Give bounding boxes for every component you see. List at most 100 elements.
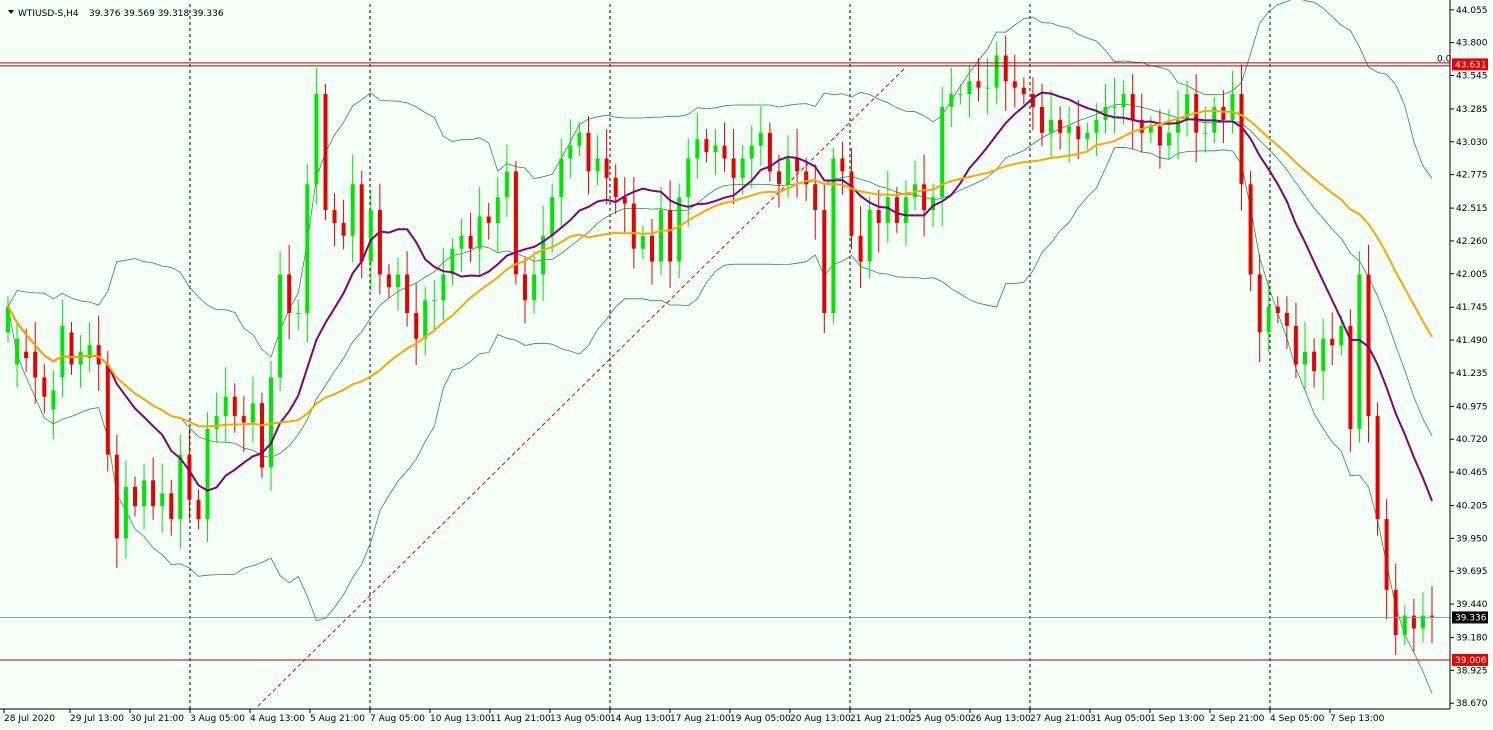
- x-tick-label: 26 Aug 13:00: [970, 714, 1031, 724]
- candle-body: [994, 55, 999, 88]
- candle-body: [513, 171, 518, 275]
- candle-body: [196, 499, 201, 520]
- chart-header[interactable]: WTIUSD-S,H4 39.376 39.569 39.318 39.336: [8, 9, 224, 19]
- candle-body: [903, 197, 908, 223]
- candle-body: [278, 274, 283, 378]
- candle-body: [822, 210, 827, 313]
- candle-body: [377, 210, 382, 275]
- x-tick-label: 10 Aug 13:00: [430, 714, 491, 724]
- candle-body: [1157, 126, 1162, 146]
- candle-body: [441, 274, 446, 301]
- y-tick-label: 42.260: [1456, 237, 1488, 247]
- candle-body: [486, 216, 491, 223]
- x-tick-label: 25 Aug 05:00: [910, 714, 971, 724]
- candle-body: [795, 158, 800, 172]
- x-tick-label: 14 Aug 13:00: [610, 714, 671, 724]
- candle-body: [640, 235, 645, 249]
- y-tick-label: 41.490: [1456, 336, 1488, 346]
- candle-body: [704, 139, 709, 153]
- candle-body: [1312, 351, 1317, 371]
- candle-body: [568, 145, 573, 159]
- candle-body: [1076, 126, 1081, 140]
- candle-body: [1167, 132, 1171, 146]
- candle-body: [604, 158, 609, 178]
- candle-body: [1221, 107, 1226, 120]
- x-tick-label: 4 Aug 13:00: [250, 714, 305, 724]
- support-price-tag: 39.006: [1455, 656, 1487, 666]
- candle-body: [241, 416, 246, 423]
- candle-body: [722, 145, 727, 159]
- candle-body: [114, 454, 119, 539]
- candle-body: [586, 132, 591, 172]
- candle-body: [613, 177, 618, 198]
- candle-body: [1321, 338, 1326, 371]
- x-tick-label: 20 Aug 13:00: [790, 714, 851, 724]
- candle-body: [42, 377, 47, 397]
- x-tick-label: 13 Aug 05:00: [550, 714, 611, 724]
- candle-body: [1058, 119, 1063, 133]
- candle-body: [740, 158, 745, 178]
- candle-body: [504, 171, 509, 198]
- candle-body: [777, 171, 781, 185]
- candle-body: [867, 210, 872, 262]
- x-tick-label: 31 Aug 05:00: [1090, 714, 1151, 724]
- candle-body: [142, 480, 147, 507]
- candle-body: [169, 493, 174, 520]
- y-tick-label: 42.005: [1456, 270, 1488, 280]
- candle-body: [250, 403, 255, 423]
- candle-body: [133, 486, 137, 507]
- candle-body: [1284, 313, 1289, 326]
- y-tick-label: 42.775: [1456, 171, 1488, 181]
- candle-body: [178, 454, 183, 520]
- candle-body: [922, 184, 927, 211]
- candle-body: [1049, 119, 1054, 133]
- candle-body: [1239, 94, 1244, 185]
- x-tick-label: 19 Aug 05:00: [730, 714, 791, 724]
- candle-body: [1085, 132, 1090, 140]
- candle-body: [314, 94, 319, 185]
- candle-body: [432, 300, 437, 302]
- candle-body: [1121, 94, 1126, 107]
- candle-body: [1266, 306, 1271, 333]
- candle-body: [205, 428, 210, 519]
- x-tick-label: 21 Aug 21:00: [850, 714, 911, 724]
- candle-body: [677, 197, 682, 262]
- candle-body: [296, 313, 301, 314]
- candle-body: [1330, 338, 1335, 346]
- candle-body: [786, 158, 790, 185]
- candle-body: [105, 364, 110, 455]
- candle-body: [60, 325, 65, 378]
- y-tick-label: 43.030: [1456, 138, 1488, 148]
- x-tick-label: 17 Aug 21:00: [670, 714, 731, 724]
- x-tick-label: 5 Aug 21:00: [310, 714, 365, 724]
- candle-body: [1021, 87, 1026, 95]
- symbol-label: WTIUSD-S,H4: [18, 9, 79, 19]
- candle-body: [214, 416, 219, 429]
- candle-body: [858, 235, 863, 262]
- x-tick-label: 3 Aug 05:00: [190, 714, 245, 724]
- y-tick-label: 40.720: [1456, 435, 1488, 445]
- candle-body: [849, 171, 854, 236]
- candle-body: [713, 145, 718, 152]
- x-tick-label: 7 Sep 13:00: [1330, 714, 1385, 724]
- candlestick-chart: 0.0 44.055 43.800 43.545 43.285 43.030 42.775…: [0, 0, 1493, 730]
- candle-body: [359, 184, 364, 262]
- plot-background: [0, 0, 1493, 730]
- candle-body: [1402, 615, 1407, 635]
- x-tick-label: 28 Jul 2020: [4, 714, 55, 724]
- y-tick-label: 40.975: [1456, 402, 1488, 412]
- candle-body: [51, 390, 56, 410]
- y-tick-label: 38.670: [1456, 699, 1488, 709]
- candle-body: [160, 493, 165, 507]
- candle-body: [1348, 325, 1353, 429]
- candle-body: [577, 132, 582, 146]
- candle-body: [1430, 615, 1434, 617]
- candle-body: [341, 222, 346, 236]
- y-tick-label: 43.800: [1456, 39, 1488, 49]
- candle-body: [976, 81, 981, 88]
- candle-body: [831, 158, 836, 313]
- candle-body: [96, 345, 101, 365]
- y-tick-label: 40.465: [1456, 468, 1488, 478]
- candle-body: [949, 94, 954, 107]
- candle-body: [69, 332, 74, 365]
